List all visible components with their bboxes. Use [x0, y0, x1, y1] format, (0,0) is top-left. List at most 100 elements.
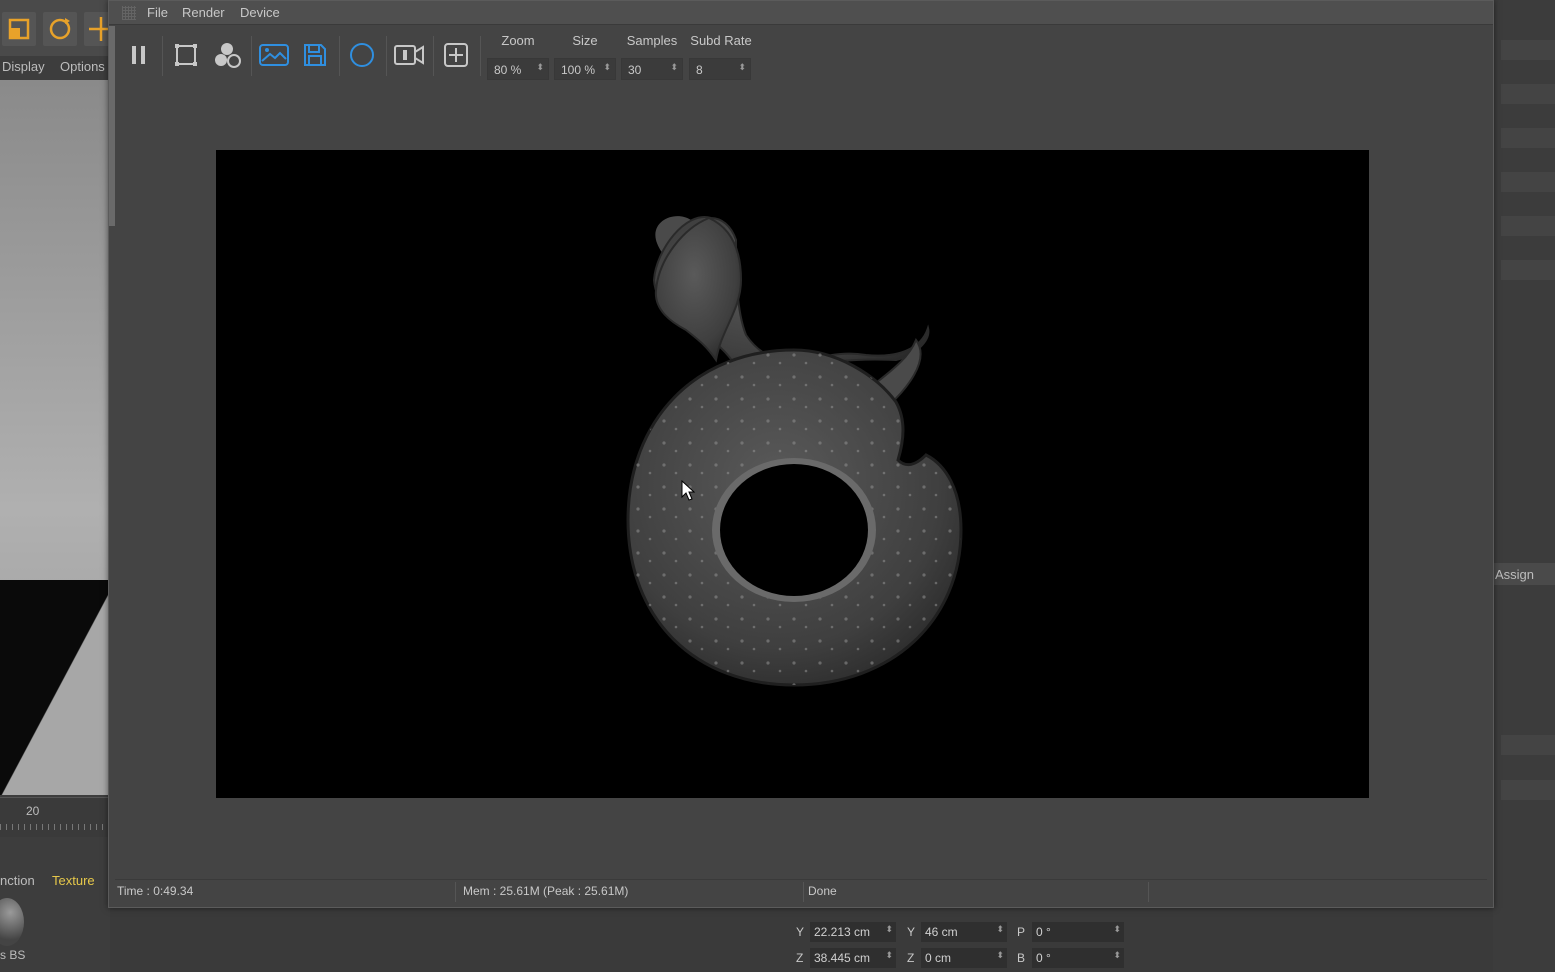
position-y-field[interactable]: 22.213 cm ⬍ [810, 922, 896, 942]
size-z-field[interactable]: 0 cm ⬍ [921, 948, 1007, 968]
material-tabs: nction Texture [0, 870, 110, 890]
rotation-p-field[interactable]: 0 ° ⬍ [1032, 922, 1124, 942]
editor-viewport[interactable] [0, 80, 110, 795]
coordinates-row-z: Z 38.445 cm ⬍ Z 0 cm ⬍ B 0 ° ⬍ [790, 946, 1135, 970]
window-grip-icon[interactable] [122, 6, 136, 20]
size-value: 100 % [561, 63, 596, 77]
panel-row [1501, 84, 1555, 104]
objects-button[interactable] [210, 38, 244, 72]
material-preview[interactable] [0, 898, 24, 946]
panel-row [1501, 172, 1555, 192]
stepper-icon[interactable]: ⬍ [885, 950, 893, 961]
field-value: 22.213 cm [814, 925, 871, 939]
status-time: Time : 0:49.34 [117, 884, 194, 898]
assign-label: Assign [1495, 567, 1535, 582]
material-sphere-button[interactable] [345, 38, 379, 72]
status-divider [455, 882, 456, 902]
region-render-button[interactable] [169, 38, 203, 72]
status-memory: Mem : 25.61M (Peak : 25.61M) [463, 884, 629, 898]
menu-file[interactable]: File [147, 5, 168, 20]
panel-row [1501, 40, 1555, 60]
position-z-field[interactable]: 38.445 cm ⬍ [810, 948, 896, 968]
tab-texture[interactable]: Texture [52, 873, 95, 888]
status-bar: Time : 0:49.34 Mem : 25.61M (Peak : 25.6… [115, 879, 1487, 903]
panel-row [1501, 735, 1555, 755]
viewport-diagonal-shape [0, 570, 110, 795]
stepper-icon[interactable]: ⬍ [885, 924, 893, 935]
rotation-b-field[interactable]: 0 ° ⬍ [1032, 948, 1124, 968]
material-label: s BS [0, 948, 26, 962]
mouse-cursor-icon [681, 480, 696, 501]
objects-icon [215, 43, 241, 68]
timeline-frame-label: 20 [26, 804, 40, 818]
stepper-icon[interactable]: ⬍ [738, 62, 746, 73]
subd-rate-field[interactable]: 8 ⬍ [689, 58, 751, 80]
stepper-icon[interactable]: ⬍ [996, 950, 1004, 961]
background-menu: Display Options [0, 58, 110, 78]
taurus-symbol-render [626, 215, 963, 687]
focus-pick-button[interactable] [439, 38, 473, 72]
panel-row [1501, 260, 1555, 280]
status-state: Done [808, 884, 837, 898]
background-app-right: Assign [1493, 0, 1555, 972]
size-param: Size 100 % ⬍ [554, 32, 616, 86]
rotate-tool-button[interactable] [43, 12, 77, 46]
status-divider [803, 882, 804, 902]
status-divider [1148, 882, 1149, 902]
size-field[interactable]: 100 % ⬍ [554, 58, 616, 80]
tab-function[interactable]: nction [0, 873, 35, 888]
assign-button[interactable]: Assign [1493, 563, 1555, 585]
timeline[interactable]: 20 [0, 797, 110, 837]
menu-device[interactable]: Device [240, 5, 280, 20]
camera-icon [394, 45, 424, 65]
pause-button[interactable] [122, 38, 156, 72]
save-icon [304, 44, 326, 66]
samples-field[interactable]: 30 ⬍ [621, 58, 683, 80]
background-app-left: Display Options 20 nction Texture s BS [0, 0, 118, 972]
zoom-value: 80 % [494, 63, 522, 77]
scale-tool-button[interactable] [2, 12, 36, 46]
menu-options[interactable]: Options [60, 59, 105, 74]
live-viewer-window: File Render Device Zoom 80 % ⬍ Size 100 … [108, 0, 1494, 908]
render-image[interactable] [216, 150, 1369, 798]
field-value: 46 cm [925, 925, 958, 939]
samples-label: Samples [626, 33, 678, 48]
axis-label: Y [796, 925, 805, 939]
toolbar-separator [433, 36, 434, 76]
samples-param: Samples 30 ⬍ [621, 32, 683, 86]
stepper-icon[interactable]: ⬍ [1113, 924, 1121, 935]
subd-rate-param: Subd Rate 8 ⬍ [689, 32, 753, 86]
stepper-icon[interactable]: ⬍ [1113, 950, 1121, 961]
stepper-icon[interactable]: ⬍ [996, 924, 1004, 935]
timeline-ticks [0, 824, 110, 830]
size-y-field[interactable]: 46 cm ⬍ [921, 922, 1007, 942]
samples-value: 30 [628, 63, 642, 77]
toolbar-separator [480, 36, 481, 76]
send-to-picture-viewer-button[interactable] [257, 38, 291, 72]
window-menubar: File Render Device [109, 1, 1493, 25]
rotate-icon [49, 18, 71, 40]
menu-display[interactable]: Display [2, 59, 45, 74]
sphere-icon [350, 43, 374, 67]
zoom-field[interactable]: 80 % ⬍ [487, 58, 549, 80]
focus-pick-icon [444, 43, 468, 67]
stepper-icon[interactable]: ⬍ [536, 62, 544, 73]
picture-viewer-icon [259, 44, 289, 66]
zoom-param: Zoom 80 % ⬍ [487, 32, 549, 86]
axis-label: P [1017, 925, 1026, 939]
save-image-button[interactable] [298, 38, 332, 72]
axis-label: Z [796, 951, 804, 965]
toolbar-separator [251, 36, 252, 76]
coordinates-panel: Y 22.213 cm ⬍ Y 46 cm ⬍ P 0 ° ⬍ Z 38.445 cm… [790, 900, 1135, 972]
scale-icon [8, 18, 30, 40]
menu-render[interactable]: Render [182, 5, 225, 20]
pause-icon [132, 46, 145, 64]
render-area[interactable] [115, 87, 1487, 873]
size-label: Size [572, 33, 598, 48]
panel-row [1501, 780, 1555, 800]
viewer-toolbar: Zoom 80 % ⬍ Size 100 % ⬍ Samples 30 ⬍ Subd … [109, 26, 1493, 86]
toolbar-separator [386, 36, 387, 76]
camera-lock-button[interactable] [392, 38, 426, 72]
stepper-icon[interactable]: ⬍ [603, 62, 611, 73]
stepper-icon[interactable]: ⬍ [670, 62, 678, 73]
